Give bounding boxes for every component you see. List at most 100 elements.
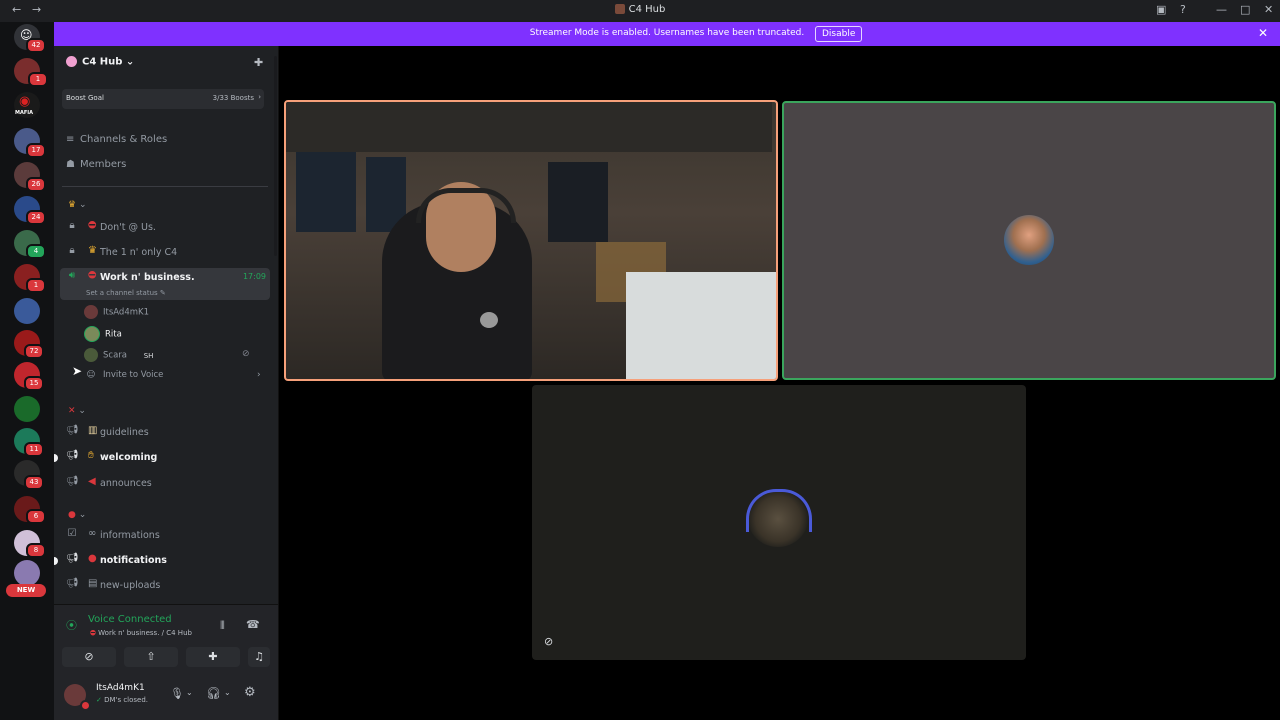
screen-share-icon: ⇧	[146, 650, 156, 663]
channel-label: informations	[100, 530, 160, 541]
crown-icon: ♛	[88, 245, 97, 256]
avatar	[84, 348, 98, 362]
soundboard-button[interactable]: ♫	[248, 647, 270, 667]
server-name: C4 Hub	[82, 56, 123, 68]
camera-off-icon: ⊘	[544, 635, 554, 648]
avatar	[1004, 215, 1054, 265]
divider	[62, 186, 268, 187]
unread-badge: 15	[24, 376, 44, 391]
speaker-icon: 🔊︎	[68, 270, 76, 281]
channel-guidelines[interactable]: 📢︎ ▥ guidelines	[66, 423, 266, 443]
voice-member[interactable]: ItsAd4mK1	[84, 305, 149, 319]
channel-work[interactable]: 🔊︎ ⛔︎ Work n' business. 17:09	[66, 268, 266, 288]
channel-notifications[interactable]: 📢︎ ● notifications	[66, 551, 266, 571]
list-icon: ≡	[66, 134, 75, 145]
server-header[interactable]: C4 Hub ⌄	[66, 56, 134, 68]
voice-location[interactable]: ⛔︎ Work n' business. / C4 Hub	[90, 629, 192, 638]
swords-icon: ✕	[68, 406, 76, 416]
settings-gear-icon[interactable]: ⚙︎	[244, 685, 256, 700]
boost-goal-label: Boost Goal	[66, 94, 104, 102]
disconnect-icon[interactable]: ☎	[246, 618, 260, 631]
maximize-icon[interactable]: □	[1240, 3, 1250, 16]
voice-member[interactable]: Rita	[84, 326, 122, 342]
voice-member[interactable]: Scara SH	[84, 348, 153, 362]
headphones-icon	[746, 489, 812, 532]
unread-badge: 1	[26, 278, 46, 293]
unread-badge: 43	[24, 475, 44, 490]
user-status-label: DM's closed.	[104, 696, 149, 704]
channel-label: new-uploads	[100, 580, 161, 591]
window	[548, 162, 608, 242]
no-entry-icon: ⛔︎	[88, 270, 97, 281]
help-icon[interactable]: ?	[1180, 3, 1186, 16]
loudspeaker-icon: ◀	[88, 476, 96, 487]
member-name: Scara	[103, 350, 127, 361]
megaphone-icon: 📢︎	[66, 578, 79, 589]
channel-label: welcoming	[100, 452, 158, 463]
wave-icon: ✋︎	[88, 450, 94, 461]
screen-share-button[interactable]: ⇧	[124, 647, 178, 667]
avatar	[84, 326, 100, 342]
disable-button[interactable]: Disable	[815, 26, 863, 42]
checkbox-icon: ☑	[67, 528, 77, 539]
title-bar: ← → C4 Hub ▣ ? — □ ✕	[0, 0, 1280, 22]
server-icon[interactable]	[14, 396, 40, 422]
minimize-icon[interactable]: —	[1216, 3, 1227, 16]
microphone-icon[interactable]: 🎙︎	[170, 687, 184, 700]
headphones-icon[interactable]: 🎧︎	[206, 686, 221, 700]
category-swords[interactable]: ✕ ⌄	[68, 406, 86, 416]
chevron-down-icon[interactable]: ⌄	[224, 688, 231, 697]
server-icon[interactable]	[14, 560, 40, 586]
channel-dont-at-us[interactable]: 🔒︎ ⛔︎ Don't @ Us.	[66, 218, 266, 238]
category-crown[interactable]: ♛ ⌄	[68, 200, 86, 210]
add-member-icon[interactable]: ✚	[254, 56, 263, 69]
channel-the-one[interactable]: 🔒︎ ♛ The 1 n' only C4	[66, 243, 266, 263]
username: ItsAd4mK1	[96, 683, 145, 693]
chevron-down-icon[interactable]: ⌄	[186, 688, 193, 697]
unread-indicator	[54, 557, 58, 565]
server-icon[interactable]: ◉ MAFIA	[14, 92, 40, 118]
close-icon[interactable]: ✕	[1258, 26, 1268, 40]
lock-icon: 🔒︎	[69, 245, 75, 256]
channel-label: Don't @ Us.	[100, 222, 156, 233]
members-link[interactable]: ☗ Members	[66, 159, 126, 170]
voice-connection-panel: ⦿ Voice Connected ⛔︎ Work n' business. /…	[54, 604, 278, 675]
category-red[interactable]: ● ⌄	[68, 510, 86, 520]
channel-label: Work n' business.	[100, 272, 195, 283]
unread-badge: 8	[26, 543, 46, 558]
megaphone-icon: 📢︎	[66, 476, 79, 487]
watch	[480, 312, 498, 328]
members-icon: ☗	[66, 159, 75, 170]
channel-new-uploads[interactable]: 📢︎ ▤ new-uploads	[66, 576, 266, 596]
no-entry-icon: ⛔︎	[88, 220, 97, 231]
activities-button[interactable]: ✚	[186, 647, 240, 667]
voice-location-label: Work n' business. / C4 Hub	[98, 629, 192, 637]
video-tile-speaking[interactable]	[782, 101, 1276, 380]
mafia-label: MAFIA	[15, 110, 33, 116]
channel-label: notifications	[100, 555, 167, 566]
video-tile-webcam[interactable]	[284, 100, 778, 381]
member-tag: SH	[143, 351, 154, 360]
channel-label: The 1 n' only C4	[100, 247, 178, 258]
add-user-icon: ☺	[86, 370, 96, 380]
noise-suppression-icon[interactable]: ⦀	[220, 619, 225, 633]
server-icon[interactable]	[14, 298, 40, 324]
inbox-icon[interactable]: ▣	[1156, 3, 1166, 16]
close-window-icon[interactable]: ✕	[1264, 3, 1273, 16]
unread-badge: 72	[24, 344, 44, 359]
video-tile-avatar[interactable]: ⊘	[532, 385, 1026, 660]
signal-icon[interactable]: ⦿	[66, 617, 77, 633]
channel-welcoming[interactable]: 📢︎ ✋︎ welcoming	[66, 448, 266, 468]
avatar	[84, 305, 98, 319]
channel-status-hint[interactable]: Set a channel status ✎	[86, 289, 166, 297]
boost-goal-bar[interactable]: Boost Goal 3/33 Boosts ›	[62, 89, 264, 109]
channel-announces[interactable]: 📢︎ ◀ announces	[66, 474, 266, 494]
channels-roles-link[interactable]: ≡ Channels & Roles	[66, 134, 167, 145]
invite-to-voice[interactable]: ☺ Invite to Voice	[84, 370, 164, 380]
unread-badge: 11	[24, 442, 44, 457]
megaphone-icon: 📢︎	[66, 425, 79, 436]
channel-informations[interactable]: ☑ ∞ informations	[66, 526, 266, 546]
camera-toggle-button[interactable]: ⊘	[62, 647, 116, 667]
unread-badge: 24	[26, 210, 46, 225]
scrollbar[interactable]	[274, 56, 277, 256]
